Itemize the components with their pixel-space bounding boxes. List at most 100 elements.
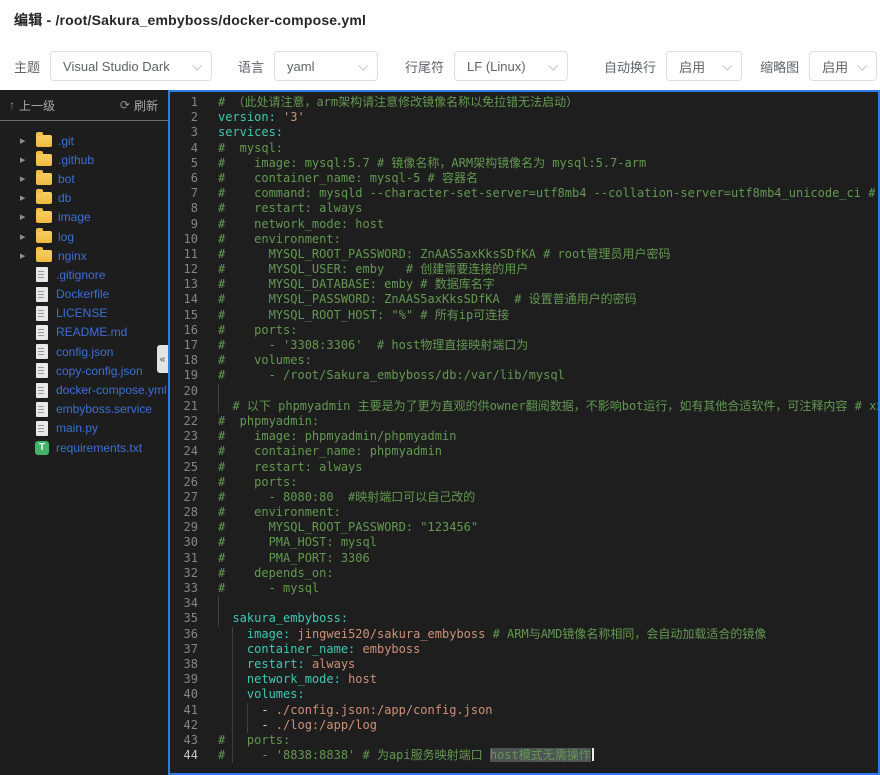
code-token: # MYSQL_USER: emby # 创建需要连接的用户 bbox=[218, 262, 529, 277]
line-number: 15 bbox=[183, 307, 198, 322]
code-line-42[interactable]: 42 - ./log:/app/log bbox=[170, 717, 878, 733]
tree-file-copy-config.json[interactable]: copy-config.json bbox=[0, 361, 168, 380]
code-line-5[interactable]: 5 # image: mysql:5.7 # 镜像名称，ARM架构镜像名为 mys… bbox=[170, 156, 878, 171]
tree-file-requirements.txt[interactable]: Trequirements.txt bbox=[0, 438, 168, 457]
code-line-43[interactable]: 43 # ports: bbox=[170, 732, 878, 749]
line-number: 38 bbox=[183, 656, 198, 671]
code-line-30[interactable]: 30 # PMA_HOST: mysql bbox=[170, 535, 878, 550]
theme-select[interactable]: Visual Studio Dark bbox=[50, 51, 213, 81]
tree-file-README.md[interactable]: README.md bbox=[0, 323, 168, 342]
code-line-22[interactable]: 22 # phpmyadmin: bbox=[170, 414, 878, 429]
code-line-34[interactable]: 34 bbox=[170, 596, 878, 612]
tree-folder-log[interactable]: ▶ log bbox=[0, 227, 168, 246]
line-content: # network_mode: host bbox=[218, 217, 384, 232]
minimap-group: 缩略图 启用 bbox=[760, 51, 878, 81]
refresh-button[interactable]: ⟳ 刷新 bbox=[120, 97, 158, 114]
code-line-14[interactable]: 14 # MYSQL_PASSWORD: ZnAAS5axKksSDfKA # 设… bbox=[170, 292, 878, 307]
code-token: services: bbox=[218, 125, 284, 140]
tree-file-Dockerfile[interactable]: Dockerfile bbox=[0, 285, 168, 304]
code-line-18[interactable]: 18 # volumes: bbox=[170, 353, 878, 368]
line-content: # （此处请注意，arm架构请注意修改镜像名称以免拉错无法启动） bbox=[218, 95, 578, 110]
expand-arrow-icon[interactable]: ▶ bbox=[20, 252, 28, 260]
code-line-6[interactable]: 6 # container_name: mysql-5 # 容器名 bbox=[170, 171, 878, 186]
code-line-38[interactable]: 38 restart: always bbox=[170, 656, 878, 673]
expand-arrow-icon[interactable]: ▶ bbox=[20, 156, 28, 164]
wordwrap-select[interactable]: 启用 bbox=[666, 51, 743, 81]
code-line-35[interactable]: 35 sakura_embyboss: bbox=[170, 611, 878, 627]
code-line-8[interactable]: 8 # restart: always bbox=[170, 201, 878, 216]
eol-select[interactable]: LF (Linux) bbox=[454, 51, 569, 81]
code-line-3[interactable]: 3 services: bbox=[170, 125, 878, 140]
line-content: network_mode: host bbox=[218, 672, 377, 688]
code-line-20[interactable]: 20 bbox=[170, 383, 878, 399]
go-up-button[interactable]: ↑ 上一级 bbox=[9, 97, 55, 114]
code-line-33[interactable]: 33 # - mysql bbox=[170, 581, 878, 596]
line-number: 39 bbox=[183, 672, 198, 687]
line-number: 28 bbox=[183, 505, 198, 520]
code-line-37[interactable]: 37 container_name: embyboss bbox=[170, 641, 878, 657]
tree-folder-nginx[interactable]: ▶ nginx bbox=[0, 246, 168, 265]
code-line-26[interactable]: 26 # ports: bbox=[170, 475, 878, 490]
code-line-40[interactable]: 40 volumes: bbox=[170, 687, 878, 703]
code-line-44[interactable]: 44 # - '8838:8838' # 为api服务映射端口 host模式无需操… bbox=[170, 748, 878, 764]
language-select[interactable]: yaml bbox=[274, 51, 379, 81]
expand-arrow-icon[interactable]: ▶ bbox=[20, 213, 28, 221]
collapse-left-icon: « bbox=[159, 353, 166, 365]
folder-icon bbox=[36, 246, 52, 262]
code-line-23[interactable]: 23 # image: phpmyadmin/phpmyadmin bbox=[170, 429, 878, 444]
code-line-41[interactable]: 41 - ./config.json:/app/config.json bbox=[170, 702, 878, 718]
code-line-39[interactable]: 39 network_mode: host bbox=[170, 672, 878, 688]
code-line-17[interactable]: 17 # - '3308:3306' # host物理直接映射端口为 bbox=[170, 338, 878, 353]
code-line-24[interactable]: 24 # container_name: phpmyadmin bbox=[170, 444, 878, 459]
folder-name: nginx bbox=[58, 248, 87, 263]
code-line-32[interactable]: 32 # depends_on: bbox=[170, 566, 878, 581]
tree-folder-github[interactable]: ▶ .github bbox=[0, 150, 168, 169]
code-line-9[interactable]: 9 # network_mode: host bbox=[170, 217, 878, 232]
tree-folder-git[interactable]: ▶ .git bbox=[0, 131, 168, 150]
tree-file-LICENSE[interactable]: LICENSE bbox=[0, 304, 168, 323]
code-line-27[interactable]: 27 # - 8080:80 #映射端口可以自己改的 bbox=[170, 490, 878, 505]
minimap-select[interactable]: 启用 bbox=[809, 51, 878, 81]
code-token: # restart: always bbox=[218, 201, 363, 216]
tree-file-docker-compose.yml[interactable]: docker-compose.yml bbox=[0, 380, 168, 399]
code-line-29[interactable]: 29 # MYSQL_ROOT_PASSWORD: "123456" bbox=[170, 520, 878, 535]
collapse-sidebar-handle[interactable]: « bbox=[157, 345, 168, 373]
code-line-1[interactable]: 1 # （此处请注意，arm架构请注意修改镜像名称以免拉错无法启动） bbox=[170, 95, 878, 110]
code-line-7[interactable]: 7 # command: mysqld --character-set-serve… bbox=[170, 186, 878, 201]
tree-folder-bot[interactable]: ▶ bot bbox=[0, 169, 168, 188]
code-line-10[interactable]: 10 # environment: bbox=[170, 232, 878, 247]
expand-arrow-icon[interactable]: ▶ bbox=[20, 175, 28, 183]
tree-file-gitignore[interactable]: .gitignore bbox=[0, 265, 168, 284]
tree-file-embyboss.service[interactable]: embyboss.service bbox=[0, 400, 168, 419]
code-token: # ports: bbox=[218, 732, 291, 747]
tree-file-main.py[interactable]: main.py bbox=[0, 419, 168, 438]
code-line-19[interactable]: 19 # - /root/Sakura_embyboss/db:/var/lib/… bbox=[170, 368, 878, 383]
code-line-13[interactable]: 13 # MYSQL_DATABASE: emby # 数据库名字 bbox=[170, 277, 878, 292]
indent-guide bbox=[232, 672, 234, 688]
code-token: volumes: bbox=[246, 687, 305, 702]
tree-file-config.json[interactable]: config.json bbox=[0, 342, 168, 361]
code-line-28[interactable]: 28 # environment: bbox=[170, 505, 878, 520]
expand-arrow-icon[interactable]: ▶ bbox=[20, 137, 28, 145]
wordwrap-label: 自动换行 bbox=[604, 59, 657, 75]
line-content: # - 8080:80 #映射端口可以自己改的 bbox=[218, 490, 475, 505]
code-line-25[interactable]: 25 # restart: always bbox=[170, 460, 878, 475]
expand-arrow-icon[interactable]: ▶ bbox=[20, 233, 28, 241]
code-line-15[interactable]: 15 # MYSQL_ROOT_HOST: "%" # 所有ip可连接 bbox=[170, 308, 878, 323]
code-line-4[interactable]: 4 # mysql: bbox=[170, 141, 878, 156]
code-editor[interactable]: 1 # （此处请注意，arm架构请注意修改镜像名称以免拉错无法启动） 2 versio… bbox=[168, 90, 880, 775]
tree-folder-db[interactable]: ▶ db bbox=[0, 189, 168, 208]
refresh-icon: ⟳ bbox=[119, 98, 130, 112]
code-token: # MYSQL_ROOT_PASSWORD: ZnAAS5axKksSDfKA … bbox=[218, 246, 671, 261]
tree-folder-image[interactable]: ▶ image bbox=[0, 208, 168, 227]
code-line-16[interactable]: 16 # ports: bbox=[170, 323, 878, 338]
line-number: 12 bbox=[183, 262, 198, 277]
code-line-31[interactable]: 31 # PMA_PORT: 3306 bbox=[170, 551, 878, 566]
code-line-11[interactable]: 11 # MYSQL_ROOT_PASSWORD: ZnAAS5axKksSDfK… bbox=[170, 247, 878, 262]
code-line-36[interactable]: 36 image: jingwei520/sakura_embyboss # A… bbox=[170, 626, 878, 642]
code-line-12[interactable]: 12 # MYSQL_USER: emby # 创建需要连接的用户 bbox=[170, 262, 878, 277]
code-line-2[interactable]: 2 version: '3' bbox=[170, 110, 878, 125]
file-icon bbox=[36, 363, 48, 379]
code-line-21[interactable]: 21 # 以下 phpmyadmin 主要是为了更为直观的供owner翻阅数据，… bbox=[170, 398, 878, 414]
expand-arrow-icon[interactable]: ▶ bbox=[20, 194, 28, 202]
